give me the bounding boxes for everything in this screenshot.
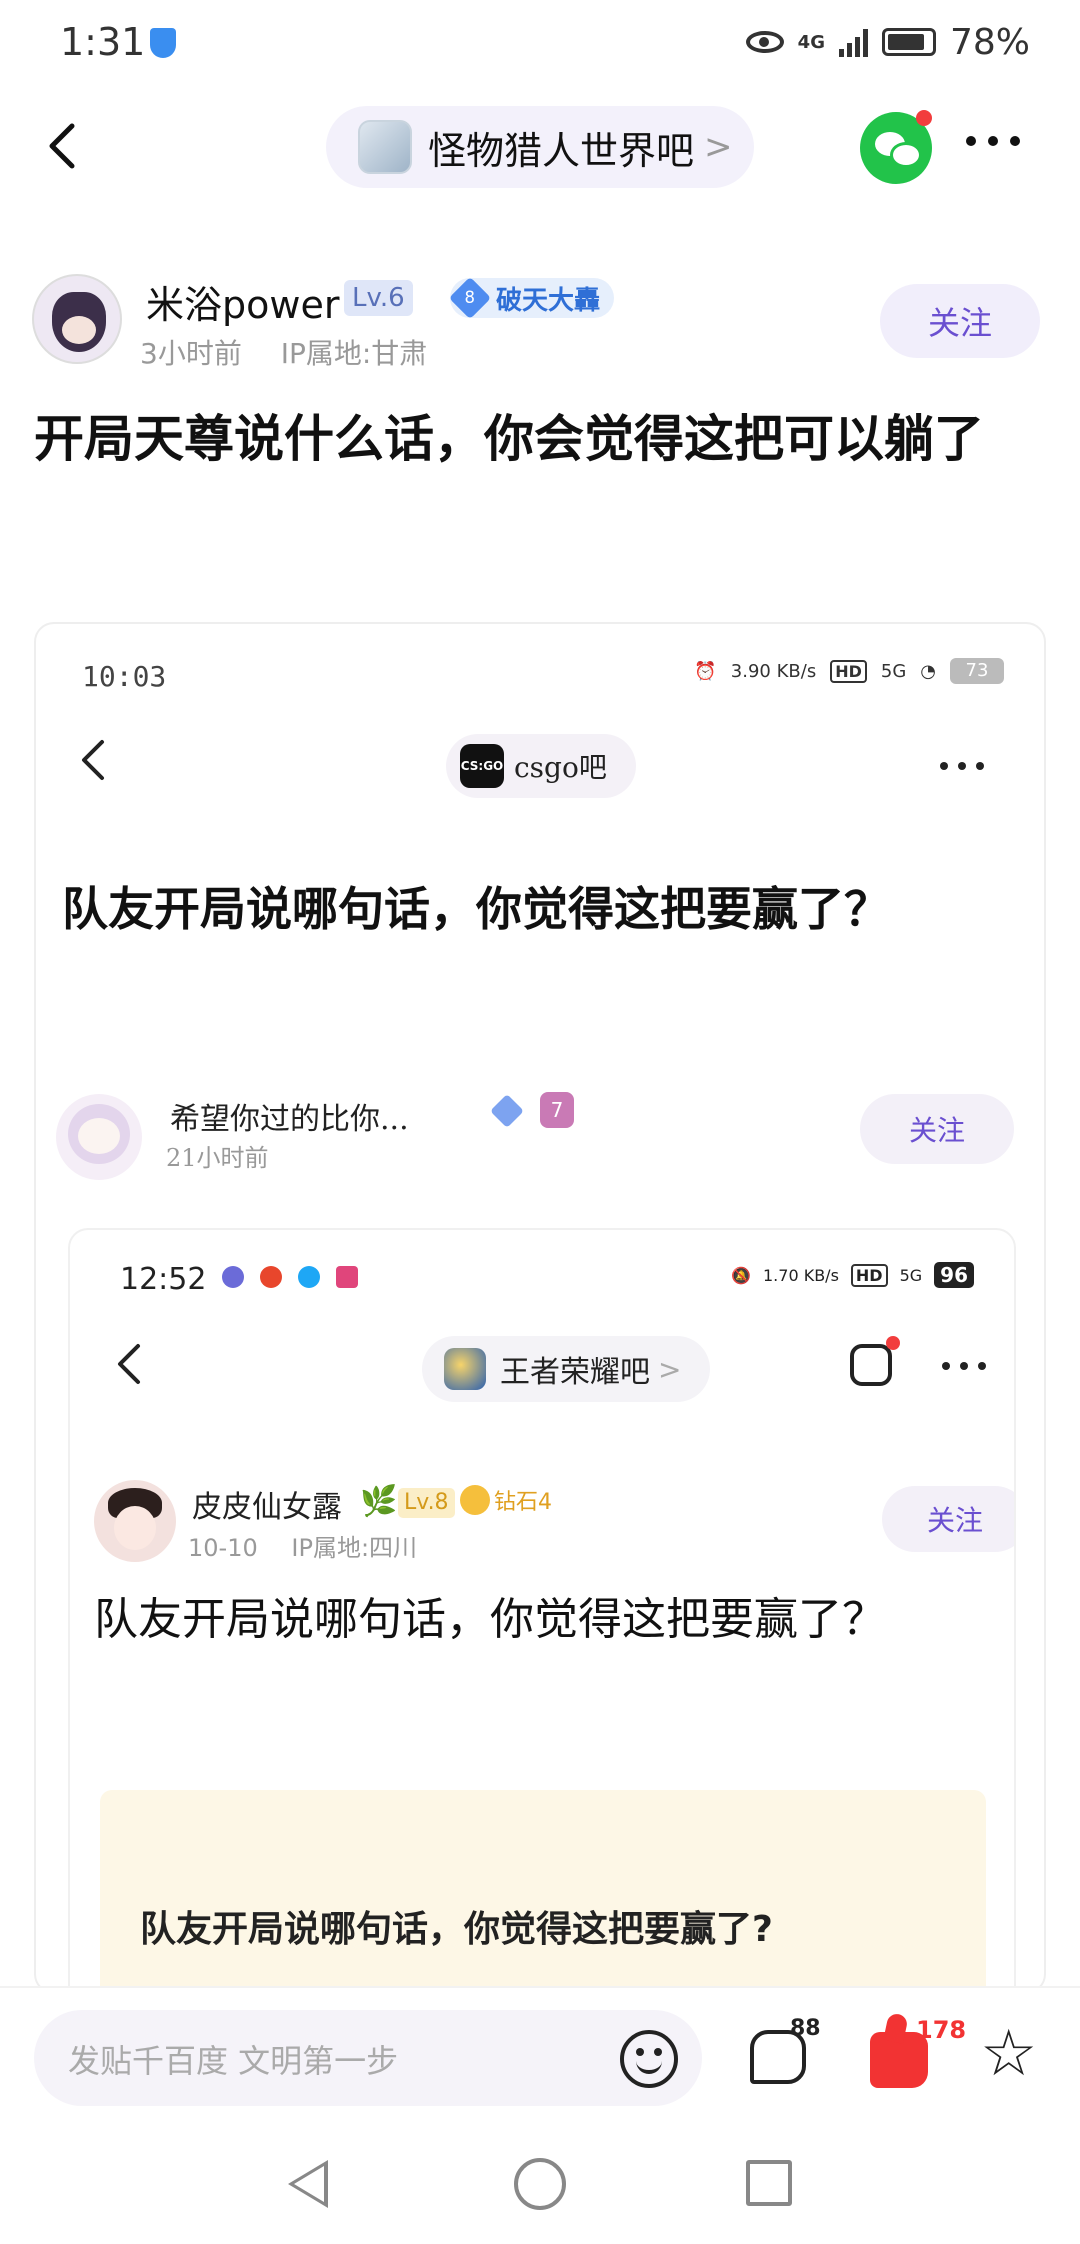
diamond-icon: [490, 1094, 524, 1128]
notification-dot: [886, 1336, 900, 1350]
nested-battery: 96: [934, 1262, 974, 1288]
author-name[interactable]: 米浴power: [146, 274, 339, 329]
nested-status-time: 12:52: [120, 1262, 207, 1297]
nested-user-name: 皮皮仙女露: [192, 1490, 342, 1525]
nested-forum-name: 王者荣耀吧: [500, 1355, 650, 1390]
image-post-time: 21小时前: [166, 1144, 269, 1172]
nested-forum-pill: 王者荣耀吧 >: [422, 1336, 710, 1402]
nested-rank-badge: 钻石4: [460, 1484, 552, 1516]
post-author-row: 米浴power Lv.6 8 破天大轟 3小时前 IP属地:甘肃 关注: [32, 274, 1052, 374]
status-bar: 1:31 4G 78%: [0, 0, 1080, 84]
wifi-icon: ◔: [920, 660, 936, 682]
eye-icon: [745, 31, 784, 53]
reply-input-placeholder: 发贴千百度 文明第一步: [68, 2042, 399, 2080]
csgo-logo-icon: CS:GO: [460, 744, 504, 788]
bottom-action-bar: 发贴千百度 文明第一步 88 178 ☆: [0, 1986, 1080, 2126]
nested-status-icons: 🔕 1.70 KB/s HD 5G 96: [731, 1262, 974, 1288]
diamond-icon: 8: [448, 276, 492, 320]
title-badge-label: 破天大轟: [496, 285, 601, 316]
app-notification-icons: [222, 1266, 358, 1288]
post-meta: 3小时前 IP属地:甘肃: [140, 332, 457, 372]
follow-button[interactable]: 关注: [880, 284, 1040, 358]
post-title: 开局天尊说什么话，你会觉得这把可以躺了: [34, 410, 984, 468]
image-post-title: 队友开局说哪句话，你觉得这把要赢了？: [62, 882, 890, 936]
network-type: 4G: [797, 31, 825, 53]
battery-icon: [881, 28, 936, 56]
title-badge: 8 破天大轟: [448, 276, 615, 320]
post-image[interactable]: 10:03 ⏰ 3.90 KB/s HD 5G ◔ 73 CS:GO csgo吧…: [34, 622, 1046, 1994]
nested-net-type: 5G: [899, 1265, 923, 1285]
nested-quote-card: 队友开局说哪句话，你觉得这把要赢了?: [100, 1790, 986, 1992]
system-nav-bar: [0, 2126, 1080, 2244]
nested-back-arrow-icon: [118, 1344, 140, 1384]
like-count: 178: [916, 2016, 967, 2044]
system-recents-icon[interactable]: [746, 2160, 792, 2206]
image-forum-name: csgo吧: [514, 751, 607, 784]
nested-more-icon: [942, 1362, 986, 1370]
image-more-icon: [940, 762, 984, 770]
battery-level: 78%: [949, 21, 1030, 63]
nested-level-badge: Lv.8: [398, 1488, 455, 1518]
edit-icon: [850, 1344, 892, 1386]
nested-image: 12:52 🔕 1.70 KB/s HD 5G 96 王者荣耀吧 > 皮皮仙女露…: [68, 1228, 1016, 1992]
nested-quote-text: 队友开局说哪句话，你觉得这把要赢了?: [140, 1909, 773, 1950]
image-follow-button: 关注: [860, 1094, 1014, 1164]
alarm-icon: ⏰: [694, 660, 717, 682]
nested-follow-button: 关注: [882, 1486, 1014, 1552]
chevron-right-icon: >: [658, 1352, 682, 1386]
image-user-name: 希望你过的比你...: [170, 1102, 409, 1137]
nested-post-date: 10-10: [188, 1534, 258, 1562]
hd-icon: HD: [830, 659, 867, 683]
image-forum-pill: CS:GO csgo吧: [446, 734, 636, 798]
mute-icon: 🔕: [731, 1265, 751, 1285]
star-icon[interactable]: ☆: [980, 2022, 1037, 2086]
level-badge: Lv.6: [344, 280, 413, 316]
signal-icon: [838, 27, 868, 57]
image-level-badge: 7: [540, 1092, 574, 1128]
honor-of-kings-logo-icon: [444, 1348, 486, 1390]
chevron-right-icon: >: [704, 127, 733, 167]
nested-net-speed: 1.70 KB/s: [763, 1265, 839, 1285]
more-options-icon[interactable]: [966, 136, 1020, 146]
post-time: 3小时前: [140, 337, 242, 370]
system-home-icon[interactable]: [514, 2158, 566, 2210]
rank-icon: [460, 1485, 490, 1515]
image-back-arrow-icon: [82, 740, 104, 780]
forum-link[interactable]: 怪物猎人世界吧 >: [326, 106, 754, 188]
shield-icon: [150, 28, 176, 58]
image-avatar: [56, 1094, 142, 1180]
nested-post-ip: IP属地:四川: [291, 1534, 418, 1562]
post-ip: IP属地:甘肃: [280, 337, 428, 370]
status-time: 1:31: [60, 20, 146, 64]
image-net-type: 5G: [880, 660, 907, 682]
leaf-icon: 🌿: [360, 1484, 398, 1519]
nested-post-title: 队友开局说哪句话，你觉得这把要赢了？: [94, 1594, 886, 1645]
nested-post-meta: 10-10 IP属地:四川: [188, 1528, 443, 1563]
avatar[interactable]: [32, 274, 122, 364]
emoji-icon[interactable]: [620, 2030, 678, 2088]
image-status-time: 10:03: [82, 660, 167, 693]
status-icons: 4G 78%: [745, 20, 1030, 64]
top-nav-bar: 怪物猎人世界吧 >: [0, 96, 1080, 196]
image-net-speed: 3.90 KB/s: [730, 660, 817, 682]
reply-input[interactable]: 发贴千百度 文明第一步: [34, 2010, 702, 2106]
comment-count: 88: [790, 2016, 821, 2041]
forum-logo-icon: [358, 120, 412, 174]
system-back-icon[interactable]: [288, 2160, 328, 2208]
image-battery: 73: [950, 658, 1004, 684]
hd-icon: HD: [850, 1263, 888, 1287]
nested-avatar: [94, 1480, 176, 1562]
image-status-icons: ⏰ 3.90 KB/s HD 5G ◔ 73: [694, 658, 1004, 684]
forum-name: 怪物猎人世界吧: [428, 128, 695, 173]
back-arrow-icon[interactable]: [44, 122, 84, 170]
notification-dot: [916, 110, 932, 126]
